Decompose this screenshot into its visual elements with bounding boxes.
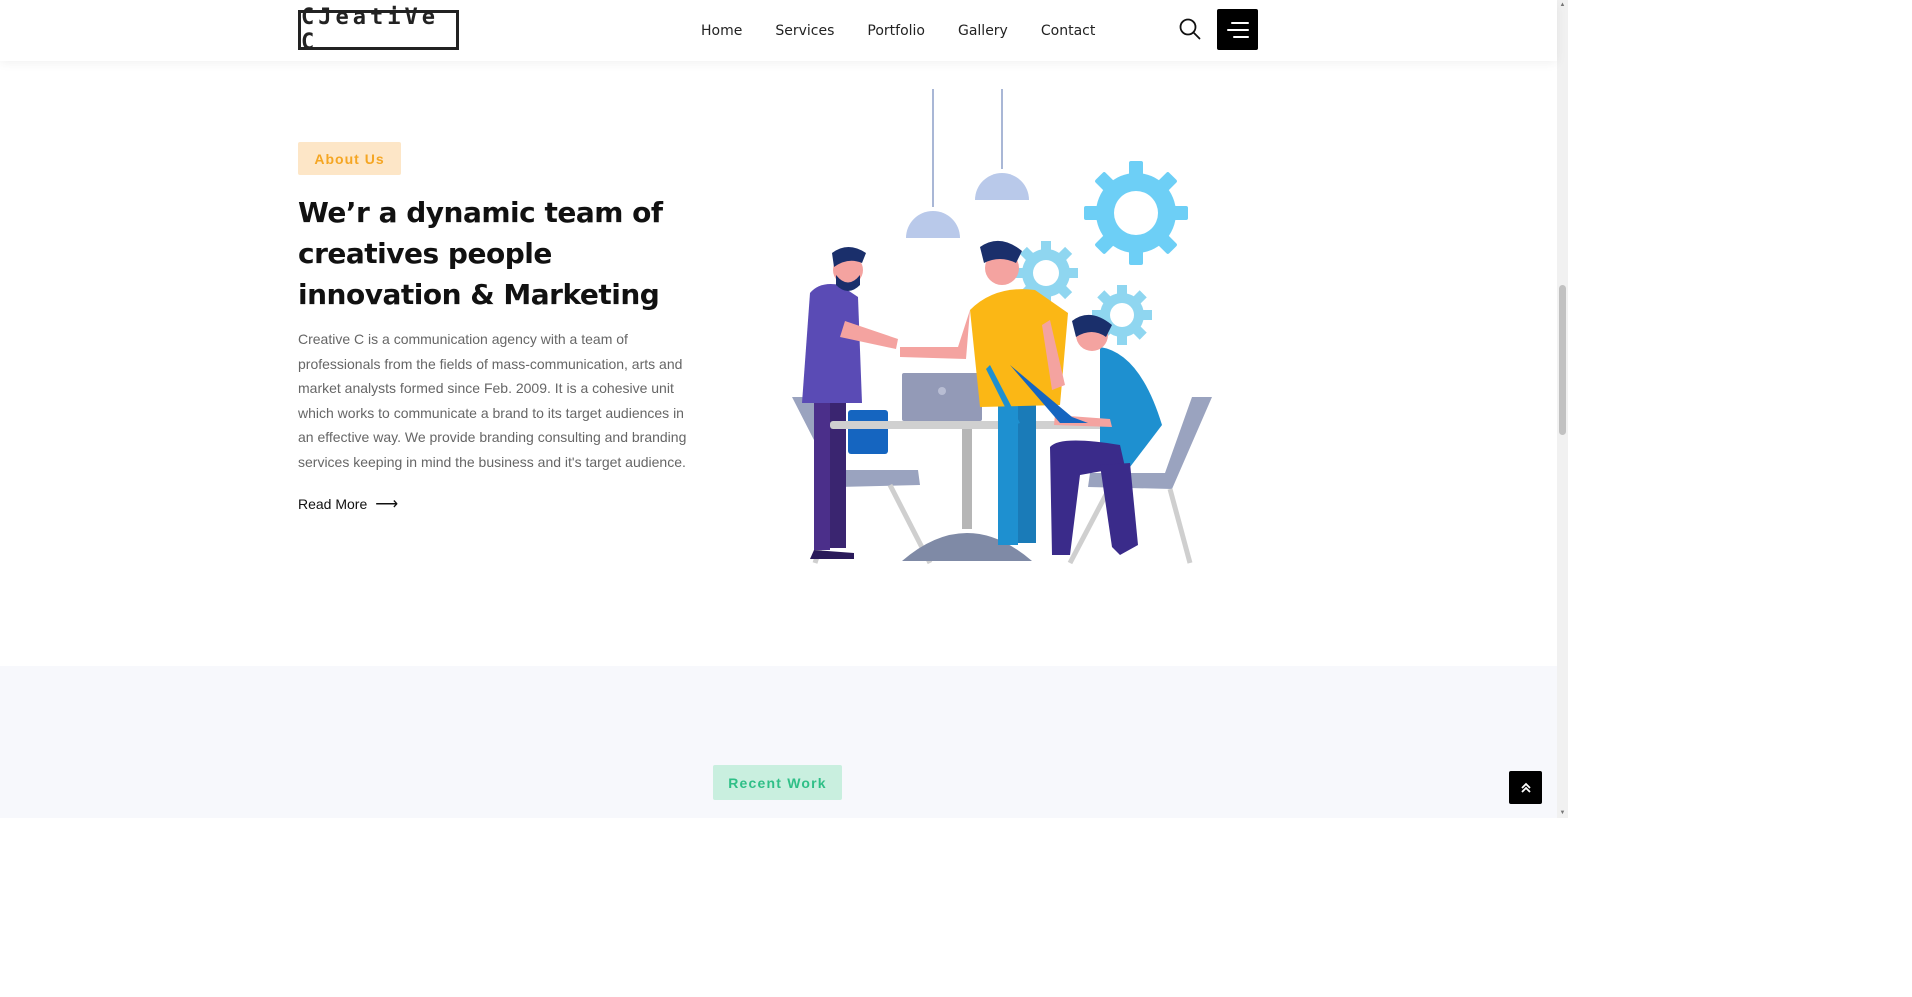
scrollbar-thumb[interactable] [1559,285,1566,435]
nav-portfolio[interactable]: Portfolio [867,23,925,39]
read-more-label: Read More [298,496,368,512]
about-us-badge: About Us [298,142,401,175]
about-title: We’r a dynamic team of creatives people … [298,196,663,311]
logo[interactable]: CJeatiVe C [298,5,459,55]
scroll-up-arrow-icon[interactable]: ▲ [1557,0,1568,10]
about-description: Creative C is a communication agency wit… [298,331,687,470]
arrow-right-icon: ⟶ [375,496,399,513]
nav-gallery[interactable]: Gallery [958,23,1008,39]
search-icon[interactable] [1178,17,1202,41]
scroll-down-arrow-icon[interactable]: ▼ [1557,808,1568,818]
nav-contact[interactable]: Contact [1041,23,1095,39]
main-nav: Home Services Portfolio Gallery Contact [701,0,1128,61]
site-header: CJeatiVe C Home Services Portfolio Galle… [0,0,1557,61]
logo-text: CJeatiVe C [301,5,439,55]
recent-work-badge: Recent Work [713,765,842,800]
page-scrollbar[interactable]: ▲ ▼ [1557,0,1568,818]
team-handshake-illustration [770,85,1230,575]
hamburger-menu-icon[interactable] [1217,9,1258,50]
nav-services[interactable]: Services [775,23,834,39]
read-more-link[interactable]: Read More ⟶ [298,494,398,514]
scroll-to-top-button[interactable] [1509,771,1542,804]
nav-home[interactable]: Home [701,23,742,39]
double-chevron-up-icon [1520,782,1531,793]
